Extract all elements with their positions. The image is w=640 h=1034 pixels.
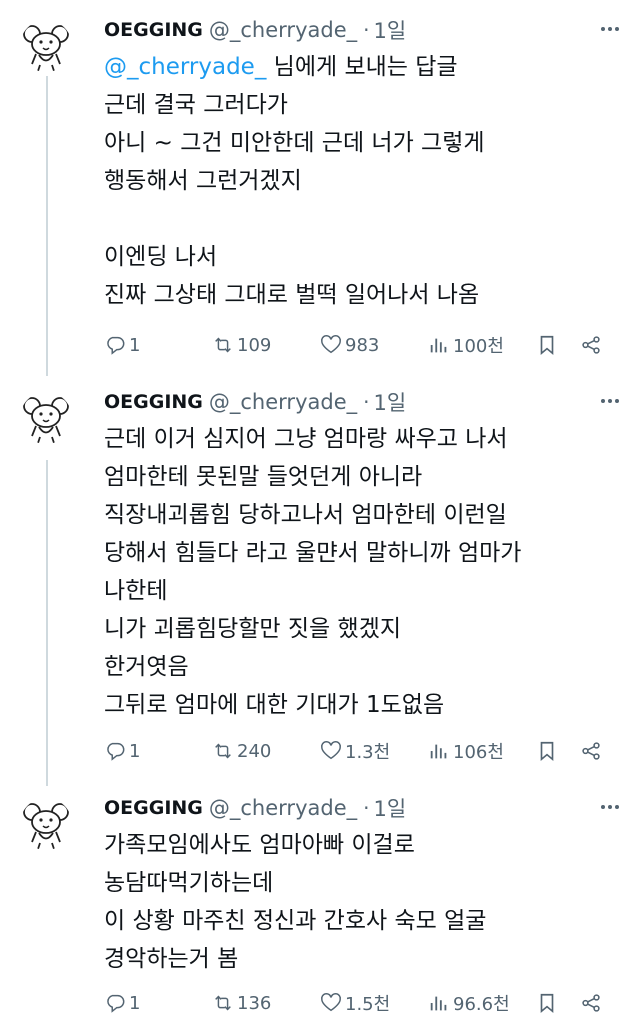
retweet-button[interactable]: 136 <box>212 988 271 1018</box>
share-icon <box>582 336 600 354</box>
tweet-text-line: 직장내괴롭힘 당하고나서 엄마한테 이런일 <box>104 502 507 528</box>
reply-button[interactable]: 1 <box>104 736 140 766</box>
author-name[interactable]: OEGGING <box>104 797 203 819</box>
tweet-text-line: 그뒤로 엄마에 대한 기대가 1도없음 <box>104 692 445 718</box>
heart-icon <box>321 993 341 1012</box>
views-button[interactable]: 96.6천 <box>428 988 510 1018</box>
author-handle[interactable]: @_cherryade_ <box>209 390 357 414</box>
tweet-text-line: 엄마한테 못된말 들엇던게 아니라 <box>104 464 423 490</box>
retweet-button[interactable]: 240 <box>212 736 271 766</box>
views-count: 96.6천 <box>453 994 510 1015</box>
reply-button[interactable]: 1 <box>104 330 140 360</box>
bookmark-button[interactable] <box>536 736 561 766</box>
action-bar: 1 240 1.3천 106천 <box>104 736 624 766</box>
reply-to-suffix: 님에게 보내는 답글 <box>266 54 458 80</box>
like-count: 983 <box>345 334 380 356</box>
heart-icon <box>321 741 341 760</box>
tweet-text-line: 한거엿음 <box>104 654 189 680</box>
like-button[interactable]: 983 <box>320 330 379 360</box>
tweet-time[interactable]: 1일 <box>373 793 406 823</box>
like-count: 1.5천 <box>345 994 391 1015</box>
avatar[interactable] <box>20 20 72 72</box>
retweet-icon <box>214 337 232 353</box>
reply-button[interactable]: 1 <box>104 988 140 1018</box>
share-button[interactable] <box>580 988 605 1018</box>
like-button[interactable]: 1.3천 <box>320 736 390 766</box>
tweet-text-line: 이엔딩 나서 <box>104 244 218 270</box>
views-chart-icon <box>430 743 447 760</box>
bookmark-icon <box>540 741 554 761</box>
separator-dot: · <box>363 18 370 42</box>
action-bar: 1 136 1.5천 96.6천 <box>104 988 624 1018</box>
tweet-text-line: 근데 결국 그러다가 <box>104 92 288 118</box>
bookmark-button[interactable] <box>536 988 561 1018</box>
tweet-text-line: 농담따먹기하는데 <box>104 870 274 896</box>
tweet-text: 근데 결국 그러다가 아니 ~ 그건 미안한데 근데 너가 그렇게 행동해서 그… <box>104 86 624 314</box>
tweet-text-line: 가족모임에사도 엄마아빠 이걸로 <box>104 832 415 858</box>
reply-mention-link[interactable]: @_cherryade_ <box>104 54 266 80</box>
tweet[interactable]: OEGGING @_cherryade_ · 1일 가족모임에사도 엄마아빠 이… <box>0 790 640 1030</box>
separator-dot: · <box>363 796 370 820</box>
reply-icon <box>107 742 125 760</box>
like-count: 1.3천 <box>345 742 391 763</box>
views-chart-icon <box>430 337 447 354</box>
reply-icon <box>107 994 125 1012</box>
tweet-text: 근데 이거 심지어 그냥 엄마랑 싸우고 나서 엄마한테 못된말 들엇던게 아니… <box>104 420 624 724</box>
share-button[interactable] <box>580 736 605 766</box>
bookmark-icon <box>540 335 554 355</box>
retweet-icon <box>214 995 232 1011</box>
tweet-text-line: 진짜 그상태 그대로 벌떡 일어나서 나옴 <box>104 282 480 308</box>
tweet-time[interactable]: 1일 <box>373 387 406 417</box>
tweet-text-line: 행동해서 그런거겠지 <box>104 168 302 194</box>
mouse-avatar-icon <box>23 397 69 444</box>
reply-count: 1 <box>129 992 141 1014</box>
views-count: 106천 <box>453 742 504 763</box>
reply-count: 1 <box>129 740 141 762</box>
avatar[interactable] <box>20 392 72 444</box>
tweet-text-line: 아니 ~ 그건 미안한데 근데 너가 그렇게 <box>104 130 485 156</box>
separator-dot: · <box>363 390 370 414</box>
tweet-text: 가족모임에사도 엄마아빠 이걸로 농담따먹기하는데 이 상황 마주친 정신과 간… <box>104 826 624 978</box>
share-icon <box>582 994 600 1012</box>
tweet-text-line: 니가 괴롭힘당할만 짓을 했겠지 <box>104 616 402 642</box>
mouse-avatar-icon <box>23 25 69 72</box>
tweet-text-line <box>104 200 624 238</box>
retweet-count: 136 <box>237 992 272 1014</box>
tweet-text-line: 나한테 <box>104 578 168 604</box>
mouse-avatar-icon <box>23 803 69 850</box>
views-button[interactable]: 100천 <box>428 330 504 360</box>
views-count: 100천 <box>453 336 504 357</box>
tweet-text-line: 이 상황 마주친 정신과 간호사 숙모 얼굴 <box>104 908 487 934</box>
bookmark-icon <box>540 993 554 1013</box>
like-button[interactable]: 1.5천 <box>320 988 390 1018</box>
tweet-text-line: 당해서 힘들다 라고 울먄서 말하니까 엄마가 <box>104 540 522 566</box>
retweet-button[interactable]: 109 <box>212 330 271 360</box>
author-handle[interactable]: @_cherryade_ <box>209 18 357 42</box>
more-options-icon[interactable] <box>600 26 620 32</box>
heart-icon <box>321 335 341 354</box>
reply-icon <box>107 336 125 354</box>
author-handle[interactable]: @_cherryade_ <box>209 796 357 820</box>
more-options-icon[interactable] <box>600 804 620 810</box>
retweet-count: 109 <box>237 334 272 356</box>
tweet[interactable]: OEGGING @_cherryade_ · 1일 근데 이거 심지어 그냥 엄… <box>0 384 640 774</box>
author-name[interactable]: OEGGING <box>104 19 203 41</box>
tweet-time[interactable]: 1일 <box>373 15 406 45</box>
retweet-count: 240 <box>237 740 272 762</box>
more-options-icon[interactable] <box>600 398 620 404</box>
share-button[interactable] <box>580 330 605 360</box>
tweet-text-line: 경악하는거 봄 <box>104 946 239 972</box>
views-chart-icon <box>430 995 447 1012</box>
avatar[interactable] <box>20 798 72 850</box>
retweet-icon <box>214 743 232 759</box>
views-button[interactable]: 106천 <box>428 736 504 766</box>
action-bar: 1 109 983 100천 <box>104 330 624 360</box>
author-name[interactable]: OEGGING <box>104 391 203 413</box>
bookmark-button[interactable] <box>536 330 561 360</box>
reply-to-label: @_cherryade_ 님에게 보내는 답글 <box>104 48 624 86</box>
tweet-text-line: 근데 이거 심지어 그냥 엄마랑 싸우고 나서 <box>104 426 508 452</box>
reply-count: 1 <box>129 334 141 356</box>
share-icon <box>582 742 600 760</box>
tweet[interactable]: OEGGING @_cherryade_ · 1일 @_cherryade_ 님… <box>0 12 640 372</box>
